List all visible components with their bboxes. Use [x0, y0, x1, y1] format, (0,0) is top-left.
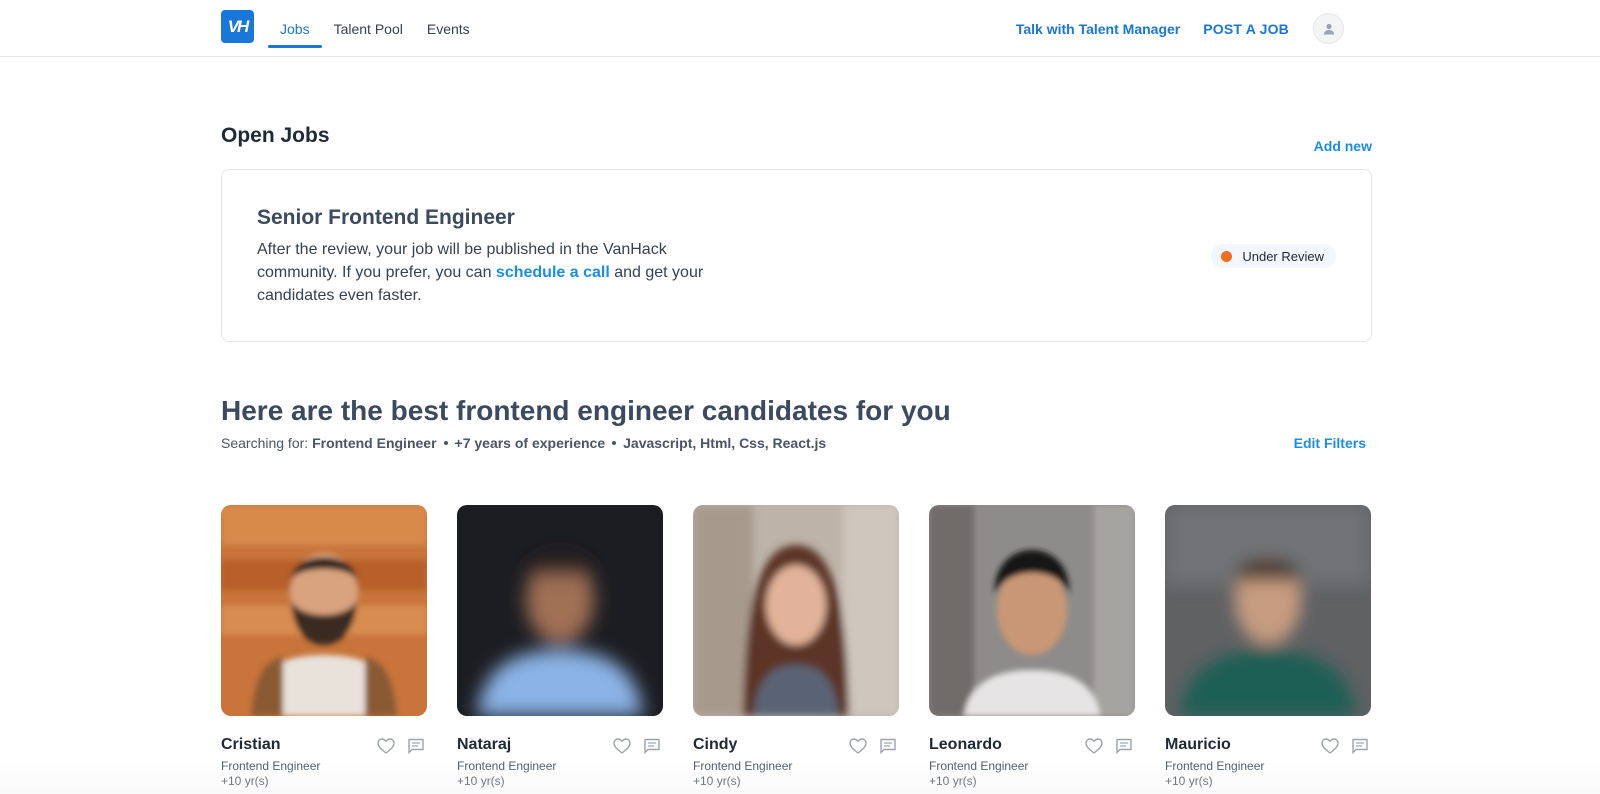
header-actions: Talk with Talent Manager POST A JOB: [1016, 0, 1344, 57]
candidate-card[interactable]: Cristian Frontend Engineer +10 yr(s): [221, 505, 427, 788]
card-actions: [367, 736, 427, 756]
heart-icon[interactable]: [1083, 736, 1105, 756]
criteria-role: Frontend Engineer: [312, 435, 437, 451]
status-badge: Under Review: [1211, 244, 1336, 268]
user-icon: [1323, 23, 1334, 34]
card-actions: [1075, 736, 1135, 756]
main-nav: Jobs Talent Pool Events: [268, 0, 482, 57]
user-avatar[interactable]: [1313, 13, 1344, 44]
heart-icon[interactable]: [1319, 736, 1341, 756]
status-dot: [1221, 250, 1233, 262]
candidate-experience: +10 yr(s): [1165, 774, 1213, 788]
edit-filters-link[interactable]: Edit Filters: [1294, 435, 1366, 451]
heart-icon[interactable]: [611, 736, 633, 756]
card-actions: [839, 736, 899, 756]
candidate-card[interactable]: Leonardo Frontend Engineer +10 yr(s): [929, 505, 1135, 788]
candidate-cards: Cristian Frontend Engineer +10 yr(s) Nat…: [221, 505, 1371, 788]
message-icon[interactable]: [1349, 736, 1371, 756]
card-actions: [603, 736, 663, 756]
candidates-heading: Here are the best frontend engineer cand…: [221, 395, 951, 426]
top-header: VH Jobs Talent Pool Events Talk with Tal…: [0, 0, 1600, 57]
candidate-photo[interactable]: [457, 505, 663, 716]
heart-icon[interactable]: [375, 736, 397, 756]
vanhack-logo[interactable]: VH: [221, 10, 254, 43]
searching-label: Searching for:: [221, 435, 309, 451]
job-card[interactable]: Senior Frontend Engineer After the revie…: [221, 169, 1372, 342]
separator-dot: [443, 441, 448, 445]
candidate-card[interactable]: Nataraj Frontend Engineer +10 yr(s): [457, 505, 663, 788]
candidate-role: Frontend Engineer: [221, 759, 321, 773]
message-icon[interactable]: [877, 736, 899, 756]
candidate-role: Frontend Engineer: [1165, 759, 1265, 773]
candidate-role: Frontend Engineer: [929, 759, 1029, 773]
candidate-role: Frontend Engineer: [693, 759, 793, 773]
candidate-photo[interactable]: [693, 505, 899, 716]
schedule-call-link[interactable]: schedule a call: [496, 264, 610, 281]
separator-dot: [612, 441, 617, 445]
candidate-photo[interactable]: [221, 505, 427, 716]
candidate-role: Frontend Engineer: [457, 759, 557, 773]
talk-with-talent-manager-link[interactable]: Talk with Talent Manager: [1016, 21, 1180, 37]
logo-text: VH: [227, 16, 250, 36]
open-jobs-title: Open Jobs: [221, 124, 330, 147]
add-new-job-link[interactable]: Add new: [1314, 138, 1372, 154]
message-icon[interactable]: [1113, 736, 1135, 756]
candidate-experience: +10 yr(s): [929, 774, 977, 788]
criteria-experience: +7 years of experience: [454, 435, 606, 451]
candidate-experience: +10 yr(s): [221, 774, 269, 788]
post-a-job-link[interactable]: POST A JOB: [1203, 21, 1289, 37]
nav-talent-pool[interactable]: Talent Pool: [322, 0, 415, 57]
candidate-photo[interactable]: [929, 505, 1135, 716]
card-actions: [1311, 736, 1371, 756]
criteria-skills: Javascript, Html, Css, React.js: [623, 435, 827, 451]
candidate-photo[interactable]: [1165, 505, 1371, 716]
nav-events[interactable]: Events: [415, 0, 482, 57]
candidate-card[interactable]: Mauricio Frontend Engineer +10 yr(s): [1165, 505, 1371, 788]
message-icon[interactable]: [641, 736, 663, 756]
heart-icon[interactable]: [847, 736, 869, 756]
message-icon[interactable]: [405, 736, 427, 756]
candidate-experience: +10 yr(s): [693, 774, 741, 788]
status-label: Under Review: [1242, 248, 1324, 264]
job-description: After the review, your job will be publi…: [257, 238, 727, 307]
job-title: Senior Frontend Engineer: [257, 206, 515, 229]
candidate-experience: +10 yr(s): [457, 774, 505, 788]
nav-jobs[interactable]: Jobs: [268, 0, 322, 57]
candidate-card[interactable]: Cindy Frontend Engineer +10 yr(s): [693, 505, 899, 788]
search-criteria: Searching for: Frontend Engineer +7 year…: [221, 435, 826, 451]
